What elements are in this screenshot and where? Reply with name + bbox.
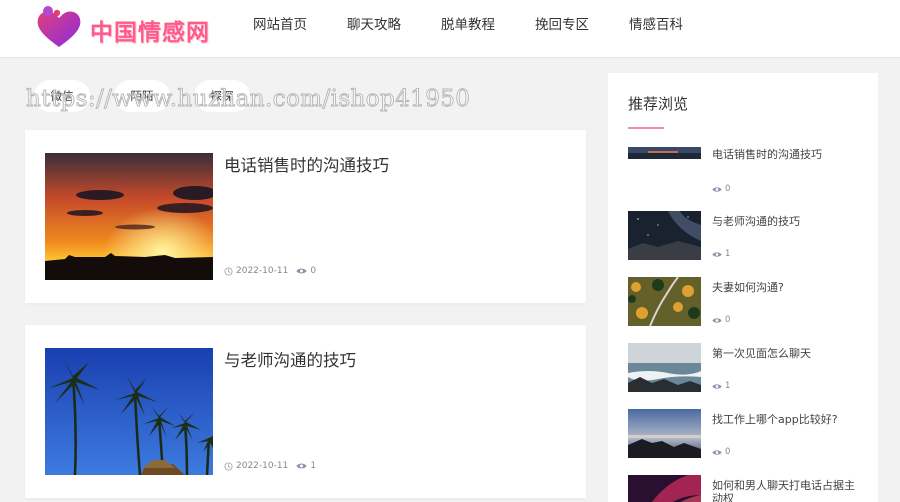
recommend-thumbnail[interactable] xyxy=(628,277,701,326)
eye-icon xyxy=(712,317,722,323)
clock-icon xyxy=(224,461,233,471)
post-date: 2022-10-11 xyxy=(236,461,289,471)
post-meta: 2022-10-11 0 xyxy=(224,266,316,276)
recommend-title[interactable]: 如何和男人聊天打电话占据主动权 xyxy=(712,479,864,502)
post-thumbnail[interactable] xyxy=(45,348,213,475)
nav-item-chat-guide[interactable]: 聊天攻略 xyxy=(334,0,414,52)
site-logo[interactable]: 中国情感网 xyxy=(34,5,224,51)
tag-wechat[interactable]: 微信 xyxy=(34,80,90,112)
recommend-view-count: 0 xyxy=(725,184,731,194)
post-thumbnail[interactable] xyxy=(45,153,213,280)
eye-icon xyxy=(712,186,722,192)
post-card[interactable]: 电话销售时的沟通技巧 2022-10-11 0 xyxy=(25,130,586,303)
nav-item-encyclopedia[interactable]: 情感百科 xyxy=(616,0,696,52)
heart-logo-icon xyxy=(37,6,81,47)
site-header: 中国情感网 网站首页 聊天攻略 脱单教程 挽回专区 情感百科 xyxy=(0,0,900,58)
post-views: 0 xyxy=(310,266,317,276)
tag-momo[interactable]: 陌陌 xyxy=(114,80,170,112)
nav-item-recovery[interactable]: 挽回专区 xyxy=(522,0,602,52)
sidebar-title-underline xyxy=(628,127,664,129)
recommend-item[interactable]: 第一次见面怎么聊天 1 xyxy=(628,343,868,393)
eye-icon xyxy=(712,449,722,455)
recommend-thumbnail[interactable] xyxy=(628,343,701,392)
recommend-item[interactable]: 电话销售时的沟通技巧 0 xyxy=(628,147,868,197)
post-card[interactable]: 与老师沟通的技巧 2022-10-11 1 xyxy=(25,325,586,498)
recommend-item[interactable]: 夫妻如何沟通? 0 xyxy=(628,277,868,327)
main-nav: 网站首页 聊天攻略 脱单教程 挽回专区 情感百科 xyxy=(240,0,710,52)
eye-icon xyxy=(712,383,722,389)
recommend-item[interactable]: 如何和男人聊天打电话占据主动权 xyxy=(628,475,868,502)
recommend-views: 0 xyxy=(712,315,730,325)
post-title[interactable]: 电话销售时的沟通技巧 xyxy=(224,152,389,176)
recommend-item[interactable]: 找工作上哪个app比较好? 0 xyxy=(628,409,868,459)
recommend-thumbnail[interactable] xyxy=(628,475,701,502)
recommend-sidebar: 推荐浏览 电话销售时的沟通技巧 0 与老师沟通的技巧 1 夫妻如何沟通? 0 第… xyxy=(608,73,878,502)
recommend-thumbnail[interactable] xyxy=(628,147,701,159)
tag-bar: 微信 陌陌 探探 xyxy=(34,80,274,112)
clock-icon xyxy=(224,266,233,276)
recommend-thumbnail[interactable] xyxy=(628,211,701,260)
recommend-title[interactable]: 夫妻如何沟通? xyxy=(712,281,864,294)
recommend-view-count: 1 xyxy=(725,249,731,259)
recommend-item[interactable]: 与老师沟通的技巧 1 xyxy=(628,211,868,261)
eye-icon xyxy=(712,251,722,257)
recommend-thumbnail[interactable] xyxy=(628,409,701,458)
eye-icon xyxy=(296,463,307,469)
recommend-views: 0 xyxy=(712,184,730,194)
eye-icon xyxy=(296,268,307,274)
recommend-title[interactable]: 电话销售时的沟通技巧 xyxy=(712,148,864,161)
recommend-title[interactable]: 第一次见面怎么聊天 xyxy=(712,347,864,360)
recommend-view-count: 0 xyxy=(725,315,731,325)
logo-text: 中国情感网 xyxy=(90,20,210,46)
recommend-views: 1 xyxy=(712,381,730,391)
recommend-title[interactable]: 与老师沟通的技巧 xyxy=(712,215,864,228)
post-meta: 2022-10-11 1 xyxy=(224,461,316,471)
post-title[interactable]: 与老师沟通的技巧 xyxy=(224,347,356,371)
post-views: 1 xyxy=(310,461,317,471)
recommend-view-count: 1 xyxy=(725,381,731,391)
nav-item-home[interactable]: 网站首页 xyxy=(240,0,320,52)
sidebar-title: 推荐浏览 xyxy=(628,95,689,113)
recommend-view-count: 0 xyxy=(725,447,731,457)
nav-item-dating-tutorial[interactable]: 脱单教程 xyxy=(428,0,508,52)
post-date: 2022-10-11 xyxy=(236,266,289,276)
tag-tantan[interactable]: 探探 xyxy=(194,80,250,112)
recommend-views: 0 xyxy=(712,447,730,457)
recommend-views: 1 xyxy=(712,249,730,259)
recommend-title[interactable]: 找工作上哪个app比较好? xyxy=(712,413,864,426)
